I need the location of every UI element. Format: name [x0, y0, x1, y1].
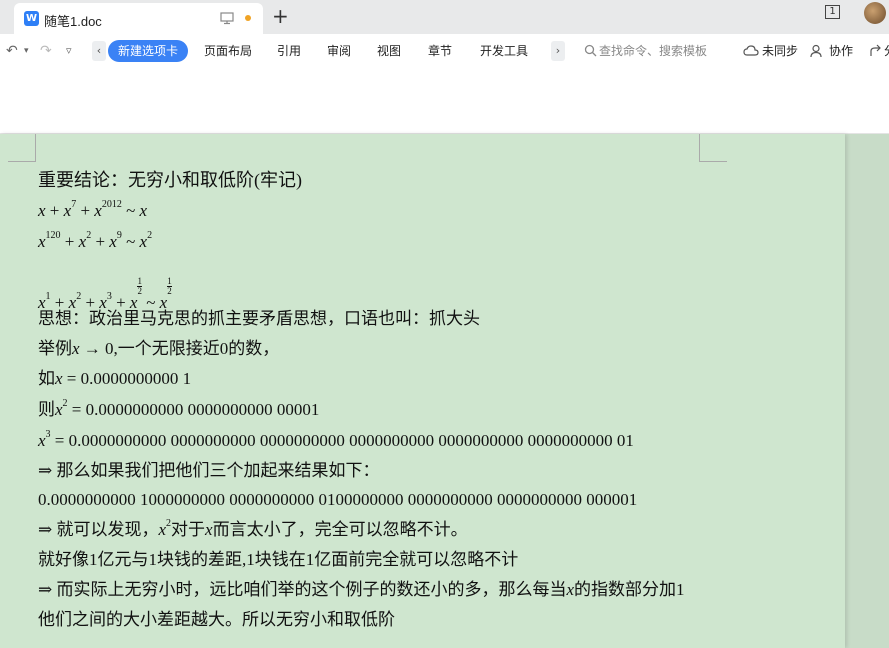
text-line-x-value: 如x = 0.0000000000 1 [38, 369, 192, 388]
document-title: 随笔1.doc [44, 14, 102, 29]
share-icon [870, 44, 881, 56]
share-button[interactable]: 分 [884, 43, 889, 59]
formula-line-2: x120 + x2 + x9 ~ x2 [38, 230, 153, 251]
tab-sections[interactable]: 章节 [428, 43, 452, 59]
page-margin-corner-top-right [699, 134, 727, 162]
tab-view[interactable]: 视图 [377, 43, 401, 59]
avatar[interactable] [864, 2, 886, 24]
text-line-analogy: 就好像1亿元与1块钱的差距,1块钱在1亿面前完全就可以忽略不计 [38, 550, 519, 569]
collaborate-icon [810, 44, 822, 58]
wps-writer-icon: W [24, 11, 39, 26]
unsaved-dot-icon [245, 15, 251, 21]
sync-status-button[interactable]: 未同步 [762, 43, 798, 59]
fraction-exponent: 12 [167, 276, 172, 296]
undo-more-icon[interactable]: ▾ [24, 43, 29, 59]
menu-toolbar: ↶ ▾ ↷ ▿ ‹ 新建选项卡 页面布局 引用 审阅 视图 章节 开发工具 › … [0, 34, 889, 68]
text-line-idea: 思想：政治里马克思的抓主要矛盾思想，口语也叫：抓大头 [38, 309, 480, 328]
text-line-x2-value: 则x2 = 0.0000000000 0000000000 00001 [38, 398, 320, 419]
ribbon-panel [0, 68, 889, 134]
search-icon[interactable] [584, 44, 597, 57]
tab-new-tab[interactable]: 新建选项卡 [108, 40, 188, 62]
text-line-example: 举例x → 0,一个无限接近0的数， [38, 339, 280, 358]
quick-access-more-icon[interactable]: ▿ [66, 43, 72, 59]
document-tab[interactable]: W 随笔1.doc [14, 3, 263, 34]
document-area[interactable]: 重要结论：无穷小和取低阶(牢记) x + x7 + x2012 ~ x x120… [0, 134, 889, 648]
new-tab-button[interactable]: + [272, 6, 289, 26]
redo-icon[interactable]: ↷ [40, 43, 52, 59]
tab-bar: W 随笔1.doc + 1 [0, 0, 889, 34]
text-line-summary: 他们之间的大小差距越大。所以无穷小和取低阶 [38, 610, 395, 629]
page-margin-corner-top-left [8, 134, 36, 162]
tab-developer-tools[interactable]: 开发工具 [480, 43, 528, 59]
menu-scroll-right-button[interactable]: › [551, 41, 565, 61]
text-line-x3-value: x3 = 0.0000000000 0000000000 0000000000 … [38, 429, 634, 450]
text-line-sum-intro: ⇒ 那么如果我们把他们三个加起来结果如下： [38, 461, 380, 480]
command-search-input[interactable]: 查找命令、搜索模板 [599, 43, 707, 59]
text-line-reality: ⇒ 而实际上无穷小时，远比咱们举的这个例子的数还小的多，那么每当x的指数部分加1 [38, 580, 685, 599]
formula-line-1: x + x7 + x2012 ~ x [38, 199, 148, 220]
tab-references[interactable]: 引用 [277, 43, 301, 59]
monitor-icon[interactable] [220, 11, 234, 25]
window-count-badge[interactable]: 1 [825, 5, 840, 19]
document-page[interactable]: 重要结论：无穷小和取低阶(牢记) x + x7 + x2012 ~ x x120… [0, 134, 845, 648]
collaborate-button[interactable]: 协作 [829, 43, 853, 59]
text-line-conclusion: ⇒ 就可以发现，x2对于x而言太小了，完全可以忽略不计。 [38, 518, 468, 539]
menu-scroll-left-button[interactable]: ‹ [92, 41, 106, 61]
text-line-sum-result: 0.0000000000 1000000000 0000000000 01000… [38, 490, 638, 509]
tab-review[interactable]: 审阅 [327, 43, 351, 59]
heading-line: 重要结论：无穷小和取低阶(牢记) [38, 170, 302, 190]
tab-page-layout[interactable]: 页面布局 [204, 43, 252, 59]
undo-icon[interactable]: ↶ [6, 43, 18, 59]
cloud-sync-icon [743, 45, 759, 56]
